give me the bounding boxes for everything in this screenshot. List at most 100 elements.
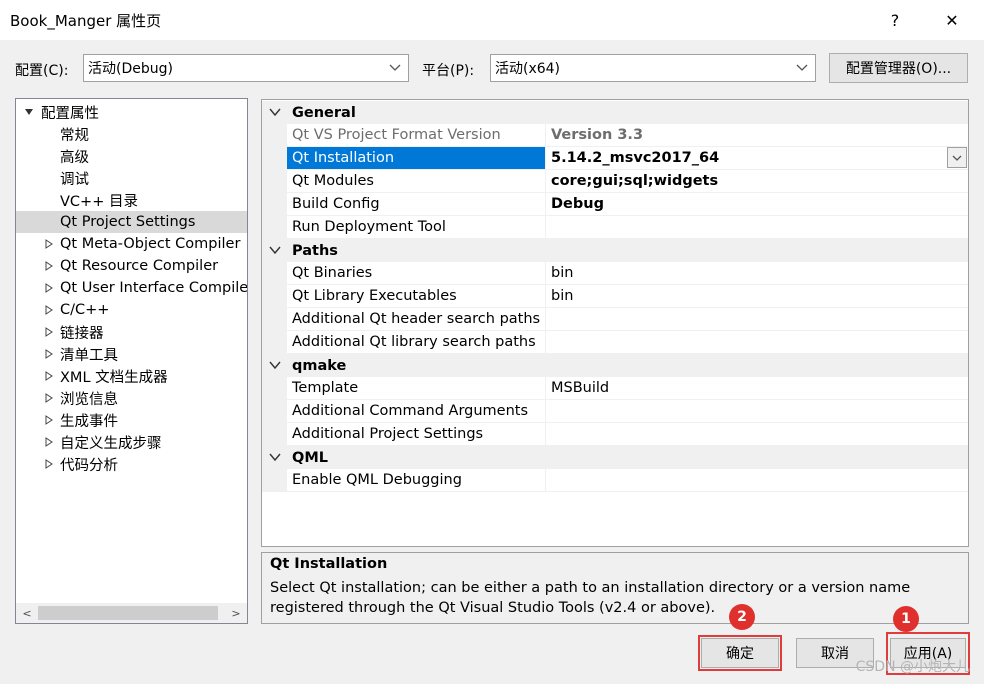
tree-item[interactable]: XML 文档生成器 — [16, 365, 247, 387]
property-row[interactable]: Qt VS Project Format Version Version 3.3 — [262, 124, 968, 147]
category-header[interactable]: QML — [262, 446, 968, 469]
tree-item-label: 代码分析 — [60, 457, 118, 474]
property-grid: General Qt VS Project Format Version Versi… — [261, 99, 969, 547]
property-value[interactable] — [547, 216, 968, 238]
tree-item-label: Qt User Interface Compile — [60, 280, 248, 296]
caret-right-icon[interactable] — [44, 393, 54, 403]
property-value[interactable]: core;gui;sql;widgets — [547, 170, 968, 192]
tree-item[interactable]: 链接器 — [16, 321, 247, 343]
tree-item-label: C/C++ — [60, 302, 110, 318]
tree-item-label: 清单工具 — [60, 347, 118, 364]
caret-right-icon[interactable] — [44, 415, 54, 425]
help-button[interactable]: ? — [880, 6, 910, 34]
property-row[interactable]: Qt Installation 5.14.2_msvc2017_64 — [262, 147, 968, 170]
row-gutter — [262, 308, 287, 331]
close-button[interactable]: ✕ — [937, 6, 967, 34]
collapse-icon[interactable] — [269, 360, 281, 370]
property-name: Qt Modules — [287, 170, 546, 192]
property-value[interactable]: Version 3.3 — [547, 124, 968, 146]
row-gutter — [262, 400, 287, 423]
chevron-left-icon[interactable]: < — [20, 606, 34, 620]
caret-right-icon[interactable] — [44, 239, 54, 249]
tree-hscrollbar[interactable]: < > — [16, 603, 247, 623]
tree-item[interactable]: VC++ 目录 — [16, 189, 247, 211]
property-row[interactable]: Additional Project Settings — [262, 423, 968, 446]
property-name: Qt Library Executables — [287, 285, 546, 307]
property-value[interactable]: bin — [547, 285, 968, 307]
property-value[interactable]: MSBuild — [547, 377, 968, 399]
property-row[interactable]: Template MSBuild — [262, 377, 968, 400]
platform-select[interactable]: 活动(x64) — [490, 54, 816, 82]
row-gutter — [262, 170, 287, 193]
tree-item[interactable]: 代码分析 — [16, 453, 247, 475]
category-header[interactable]: qmake — [262, 354, 968, 377]
caret-right-icon[interactable] — [44, 459, 54, 469]
chevron-right-icon[interactable]: > — [229, 606, 243, 620]
category-header[interactable]: Paths — [262, 239, 968, 262]
config-manager-button[interactable]: 配置管理器(O)... — [829, 53, 968, 83]
property-row[interactable]: Run Deployment Tool — [262, 216, 968, 239]
caret-right-icon[interactable] — [44, 283, 54, 293]
tree-item[interactable]: Qt Meta-Object Compiler — [16, 233, 247, 255]
property-name: Qt Installation — [287, 147, 546, 169]
caret-right-icon[interactable] — [44, 327, 54, 337]
property-row[interactable]: Enable QML Debugging — [262, 469, 968, 492]
category-label: qmake — [292, 357, 347, 374]
caret-right-icon[interactable] — [44, 305, 54, 315]
property-row[interactable]: Additional Command Arguments — [262, 400, 968, 423]
tree-root-label: 配置属性 — [41, 105, 99, 122]
tree-item[interactable]: 常规 — [16, 123, 247, 145]
property-row[interactable]: Qt Binaries bin — [262, 262, 968, 285]
caret-right-icon[interactable] — [44, 349, 54, 359]
tree-item[interactable]: 高级 — [16, 145, 247, 167]
tree-item[interactable]: Qt Project Settings — [16, 211, 247, 233]
property-value[interactable]: 5.14.2_msvc2017_64 — [547, 147, 968, 169]
tree-item-label: XML 文档生成器 — [60, 369, 168, 386]
tree-item[interactable]: 调试 — [16, 167, 247, 189]
tree-item[interactable]: 自定义生成步骤 — [16, 431, 247, 453]
property-row[interactable]: Qt Modules core;gui;sql;widgets — [262, 170, 968, 193]
tree-item-label: 自定义生成步骤 — [60, 435, 162, 452]
property-row[interactable]: Additional Qt library search paths — [262, 331, 968, 354]
tree-item-label: Qt Project Settings — [60, 214, 196, 230]
caret-right-icon[interactable] — [44, 261, 54, 271]
platform-label: 平台(P): — [422, 63, 475, 79]
property-name: Additional Project Settings — [287, 423, 546, 445]
property-value[interactable] — [547, 308, 968, 330]
config-select[interactable]: 活动(Debug) — [83, 54, 409, 82]
tree-item[interactable]: Qt Resource Compiler — [16, 255, 247, 277]
property-value[interactable] — [547, 400, 968, 422]
tree-item-label: 浏览信息 — [60, 391, 118, 408]
property-value[interactable] — [547, 331, 968, 353]
collapse-icon[interactable] — [269, 452, 281, 462]
property-value[interactable] — [547, 423, 968, 445]
property-row[interactable]: Additional Qt header search paths — [262, 308, 968, 331]
caret-right-icon[interactable] — [44, 371, 54, 381]
collapse-icon[interactable] — [269, 107, 281, 117]
property-value[interactable] — [547, 469, 968, 491]
property-value[interactable]: Debug — [547, 193, 968, 215]
caret-right-icon[interactable] — [44, 437, 54, 447]
tree-item[interactable]: 浏览信息 — [16, 387, 247, 409]
row-gutter — [262, 377, 287, 400]
collapse-icon[interactable] — [269, 245, 281, 255]
property-row[interactable]: Build Config Debug — [262, 193, 968, 216]
property-name: Run Deployment Tool — [287, 216, 546, 238]
row-gutter — [262, 331, 287, 354]
value-dropdown-button[interactable] — [947, 147, 967, 168]
scroll-thumb[interactable] — [38, 606, 218, 620]
caret-down-icon — [25, 109, 33, 115]
row-gutter — [262, 216, 287, 239]
property-row[interactable]: Qt Library Executables bin — [262, 285, 968, 308]
category-header[interactable]: General — [262, 101, 968, 124]
step-badge-1: 1 — [893, 606, 919, 632]
chevron-down-icon — [952, 155, 962, 161]
description-panel: Qt Installation Select Qt installation; … — [261, 552, 969, 624]
property-value[interactable]: bin — [547, 262, 968, 284]
tree-item[interactable]: 生成事件 — [16, 409, 247, 431]
tree-item[interactable]: 清单工具 — [16, 343, 247, 365]
tree-item-label: Qt Meta-Object Compiler — [60, 236, 241, 252]
tree-item[interactable]: Qt User Interface Compile — [16, 277, 247, 299]
tree-item[interactable]: C/C++ — [16, 299, 247, 321]
tree-root[interactable]: 配置属性 — [16, 101, 247, 123]
